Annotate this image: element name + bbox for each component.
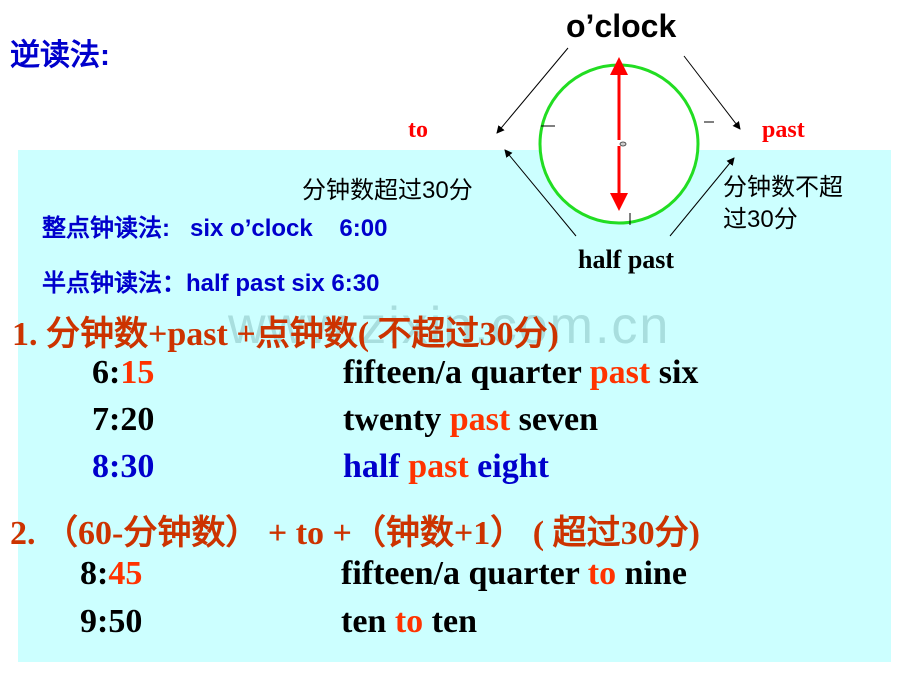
oclock-reading-example: six o’clock xyxy=(190,215,313,242)
example-phrase: half past eight xyxy=(343,448,549,486)
example-time: 8:30 xyxy=(92,448,154,486)
phrase-key: to xyxy=(394,603,424,640)
phrase-pre: ten xyxy=(341,603,395,640)
phrase-pre: twenty xyxy=(343,401,450,438)
half-past-label: half past xyxy=(578,245,675,274)
example-phrase: fifteen/a quarter to nine xyxy=(341,555,687,593)
halfpast-reading-time: 6:30 xyxy=(331,270,380,297)
halfpast-reading: 半点钟读法：half past six 6:30 xyxy=(42,263,379,298)
time-minute: 30 xyxy=(120,448,155,485)
time-minute: 50 xyxy=(108,603,143,640)
not-over-30-note-line2: 过30分 xyxy=(723,206,798,233)
phrase-key: past xyxy=(449,401,511,438)
phrase-key: to xyxy=(587,555,617,592)
time-hour: 9: xyxy=(80,603,109,640)
rule-2-title: 2. （60-分钟数） + to +（钟数+1） ( 超过30分) xyxy=(10,515,700,552)
time-minute: 20 xyxy=(120,401,155,438)
phrase-post: eight xyxy=(468,448,549,485)
oclock-reading: 整点钟读法: six o’clock 6:00 xyxy=(42,208,387,243)
oclock-label: o’clock xyxy=(566,8,677,44)
phrase-post: six xyxy=(650,354,699,391)
phrase-key: past xyxy=(589,354,651,391)
phrase-post: nine xyxy=(616,555,687,592)
not-over-30-note: 分钟数不超 过30分 xyxy=(723,172,883,236)
example-phrase: ten to ten xyxy=(341,603,477,641)
oclock-reading-label: 整点钟读法: xyxy=(42,215,170,242)
example-time: 8:45 xyxy=(80,555,142,593)
time-hour: 8: xyxy=(80,555,109,592)
time-hour: 7: xyxy=(92,401,121,438)
example-time: 6:15 xyxy=(92,354,154,392)
example-time: 9:50 xyxy=(80,603,142,641)
halfpast-reading-label: 半点钟读法： xyxy=(42,270,186,297)
phrase-post: seven xyxy=(510,401,598,438)
oclock-reading-time: 6:00 xyxy=(339,215,388,242)
time-minute: 15 xyxy=(120,354,155,391)
time-hour: 8: xyxy=(92,448,121,485)
not-over-30-note-line1: 分钟数不超 xyxy=(723,174,843,201)
past-label: past xyxy=(762,117,805,143)
to-label: to xyxy=(408,117,428,143)
phrase-pre: half xyxy=(343,448,409,485)
example-phrase: twenty past seven xyxy=(343,401,598,439)
rule-1-title: 1. 分钟数+past +点钟数( 不超过30分) xyxy=(12,316,559,353)
example-time: 7:20 xyxy=(92,401,154,439)
time-hour: 6: xyxy=(92,354,121,391)
phrase-pre: fifteen/a quarter xyxy=(343,354,590,391)
clock-diagram xyxy=(496,47,741,237)
clock-center xyxy=(619,141,627,147)
phrase-key: past xyxy=(408,448,469,485)
halfpast-reading-example: half past six xyxy=(186,270,325,297)
time-minute: 45 xyxy=(108,555,143,592)
over-30-note: 分钟数超过30分 xyxy=(302,177,473,204)
phrase-pre: fifteen/a quarter xyxy=(341,555,588,592)
example-phrase: fifteen/a quarter past six xyxy=(343,354,698,392)
phrase-post: ten xyxy=(423,603,477,640)
